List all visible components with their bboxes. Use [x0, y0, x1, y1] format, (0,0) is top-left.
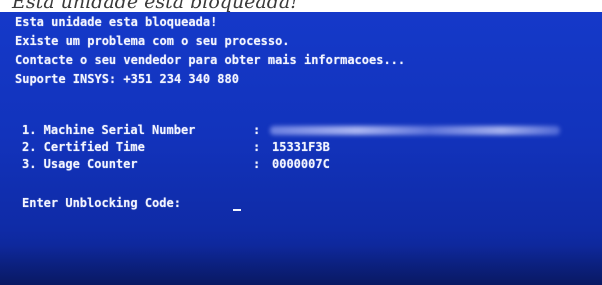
unblocking-code-input-cursor[interactable] — [233, 209, 241, 211]
message-line-locked: Esta unidade esta bloqueada! — [15, 15, 218, 29]
field-separator-serial-number: : — [253, 123, 261, 137]
terminal-screen: Esta unidade esta bloqueada! Existe um p… — [0, 12, 602, 285]
photo-caption: Esta unidade esta bloqueada! — [12, 0, 298, 13]
field-label-usage-counter: 3. Usage Counter — [22, 157, 138, 171]
message-line-problem: Existe um problema com o seu processo. — [15, 34, 290, 48]
unblocking-code-prompt: Enter Unblocking Code: — [22, 196, 181, 210]
field-label-serial-number: 1. Machine Serial Number — [22, 123, 196, 137]
message-line-support: Suporte INSYS: +351 234 340 880 — [15, 72, 239, 86]
field-separator-certified-time: : — [253, 140, 261, 154]
serial-number-blurred-value — [270, 126, 560, 135]
field-separator-usage-counter: : — [253, 157, 261, 171]
field-label-certified-time: 2. Certified Time — [22, 140, 145, 154]
field-value-certified-time: 15331F3B — [272, 140, 330, 154]
message-line-contact: Contacte o seu vendedor para obter mais … — [15, 53, 406, 67]
photo-frame: Esta unidade esta bloqueada! Esta unidad… — [0, 0, 602, 285]
field-value-usage-counter: 0000007C — [272, 157, 330, 171]
